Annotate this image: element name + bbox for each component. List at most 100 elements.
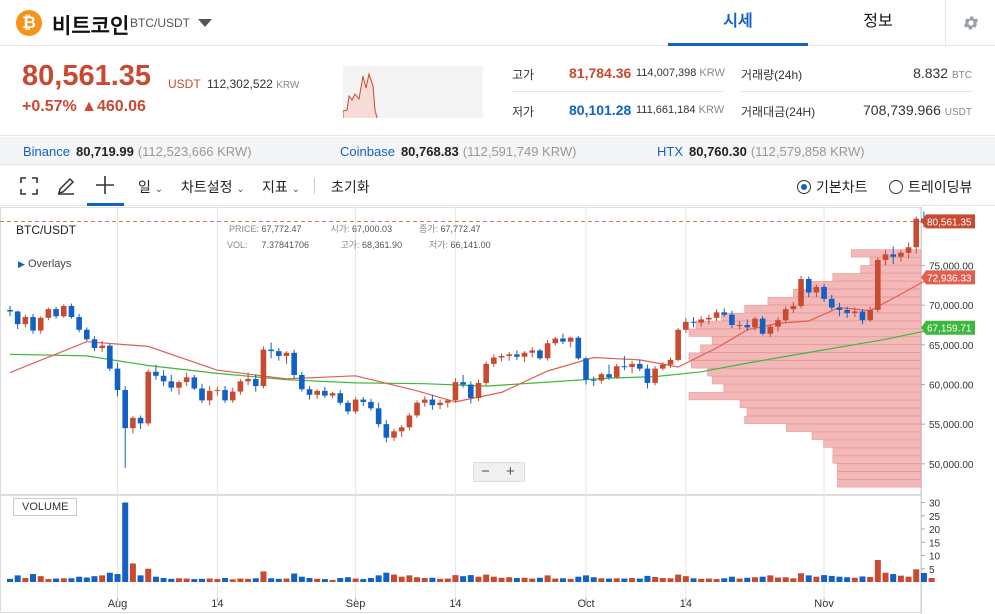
volume-bar [836, 576, 843, 582]
candle-body [168, 381, 175, 388]
candle-body [322, 390, 328, 396]
candle [613, 363, 620, 379]
volume-bar [199, 578, 205, 582]
candle [60, 304, 67, 318]
settings-button[interactable] [945, 0, 995, 46]
time-tick-label: 14 [211, 598, 223, 610]
bitcoin-logo-icon: ₿ [16, 10, 42, 36]
reset-button[interactable]: 초기화 [331, 177, 370, 197]
volume-bar [14, 575, 21, 582]
view-basic-radio[interactable]: 기본차트 [797, 177, 868, 197]
candle-body [414, 402, 420, 416]
volume-bar [536, 577, 543, 582]
draw-tool-button[interactable] [56, 176, 76, 199]
candle-body [306, 389, 313, 395]
volume-bar [214, 579, 221, 582]
candle-body [729, 314, 735, 325]
candle-body [498, 355, 505, 358]
candle [14, 310, 21, 329]
candle [398, 424, 405, 437]
exchange-coinbase[interactable]: Coinbase 80,768.83 (112,591,749 KRW) [340, 144, 576, 159]
candle-body [183, 377, 190, 383]
candle-body [721, 312, 728, 315]
candle-body [7, 309, 13, 312]
coin-dropdown-icon[interactable] [198, 19, 212, 27]
candle-body [706, 317, 712, 320]
volume-bar [145, 568, 152, 582]
candle [7, 305, 13, 317]
exchange-htx[interactable]: HTX 80,760.30 (112,579,858 KRW) [657, 144, 865, 159]
candle-body [544, 343, 551, 359]
candle-body [537, 350, 543, 359]
price-badges: 80,561.35 72,936.33 67,159.71 [921, 214, 975, 335]
volume-bar [652, 576, 659, 582]
volume-bar [513, 578, 520, 582]
candle-body [53, 309, 59, 317]
volume-bar [283, 578, 290, 582]
low-price: 80,101.28 [569, 102, 632, 118]
crosshair-icon [96, 176, 114, 194]
overlays-toggle[interactable]: ▶ Overlays [18, 258, 71, 270]
volume-bar [168, 578, 175, 582]
price-change: +0.57% ▲460.06 [22, 98, 146, 115]
candle-body [529, 350, 536, 353]
candle-body [245, 378, 251, 382]
volume-bar [76, 576, 83, 582]
candle-body [475, 382, 482, 398]
coin-name: 비트코인 [52, 15, 130, 38]
chart-settings-select[interactable]: 차트설정 ⌄ [181, 177, 245, 197]
zoom-out-button[interactable]: − [481, 463, 490, 481]
candle-body [667, 359, 674, 365]
candle-body [890, 254, 896, 257]
candle [468, 381, 474, 404]
candle-body [337, 393, 344, 403]
candle [514, 350, 520, 360]
profile-bar [837, 463, 922, 472]
candle [759, 316, 766, 336]
exchange-prices: Binance 80,719.99 (112,523,666 KRW) Coinba… [0, 137, 995, 165]
profile-bar [767, 296, 922, 305]
candle [322, 386, 328, 398]
volume-bar [675, 574, 682, 582]
candle-body [660, 364, 666, 369]
volume-bar [421, 578, 428, 582]
candle-body [744, 324, 751, 328]
volume-bar [452, 575, 459, 582]
volume-bars [7, 502, 935, 582]
last-price-badge: 80,561.35 [921, 214, 975, 229]
chart-toolbar: 일 ⌄ 차트설정 ⌄ 지표 ⌄ 초기화 기본차트 트레이딩뷰 [0, 166, 995, 206]
candle-body [898, 252, 904, 257]
volume-bar [7, 578, 13, 582]
interval-select[interactable]: 일 ⌄ [138, 177, 163, 197]
fullscreen-button[interactable] [20, 177, 38, 198]
tab-info[interactable]: 정보 [808, 0, 948, 46]
indicators-select[interactable]: 지표 ⌄ [262, 177, 300, 197]
price-tick-label: 55,000.00 [929, 420, 974, 431]
last-price-krw: 112,302,522 KRW [207, 77, 300, 91]
crosshair-tool-button[interactable] [95, 175, 115, 198]
volume-bar [306, 578, 313, 582]
ma-short-badge: 72,936.33 [921, 270, 975, 285]
candle-body [675, 329, 681, 360]
candle [145, 369, 152, 426]
volume-bar [782, 577, 789, 582]
volume-bar [682, 576, 689, 582]
candle-body [383, 424, 390, 438]
candle [544, 340, 551, 361]
tab-market[interactable]: 시세 [668, 0, 808, 46]
zoom-in-button[interactable]: + [506, 463, 515, 481]
price-chart[interactable]: 50,000.00 55,000.00 60,000.00 65,000.00 70,0… [0, 207, 995, 614]
profile-bar [711, 376, 922, 385]
volume-bar [122, 502, 129, 582]
view-tradingview-radio[interactable]: 트레이딩뷰 [889, 177, 972, 197]
candle [590, 376, 597, 387]
profile-bar [688, 352, 922, 361]
volume-tick-label: 5 [929, 565, 935, 576]
exchange-binance[interactable]: Binance 80,719.99 (112,523,666 KRW) [23, 144, 252, 159]
candle-body [199, 388, 205, 401]
candle [91, 336, 98, 352]
candle-body [122, 390, 128, 429]
volume-bar [22, 578, 29, 582]
volume-bar [106, 572, 113, 582]
candle-body [299, 374, 305, 390]
